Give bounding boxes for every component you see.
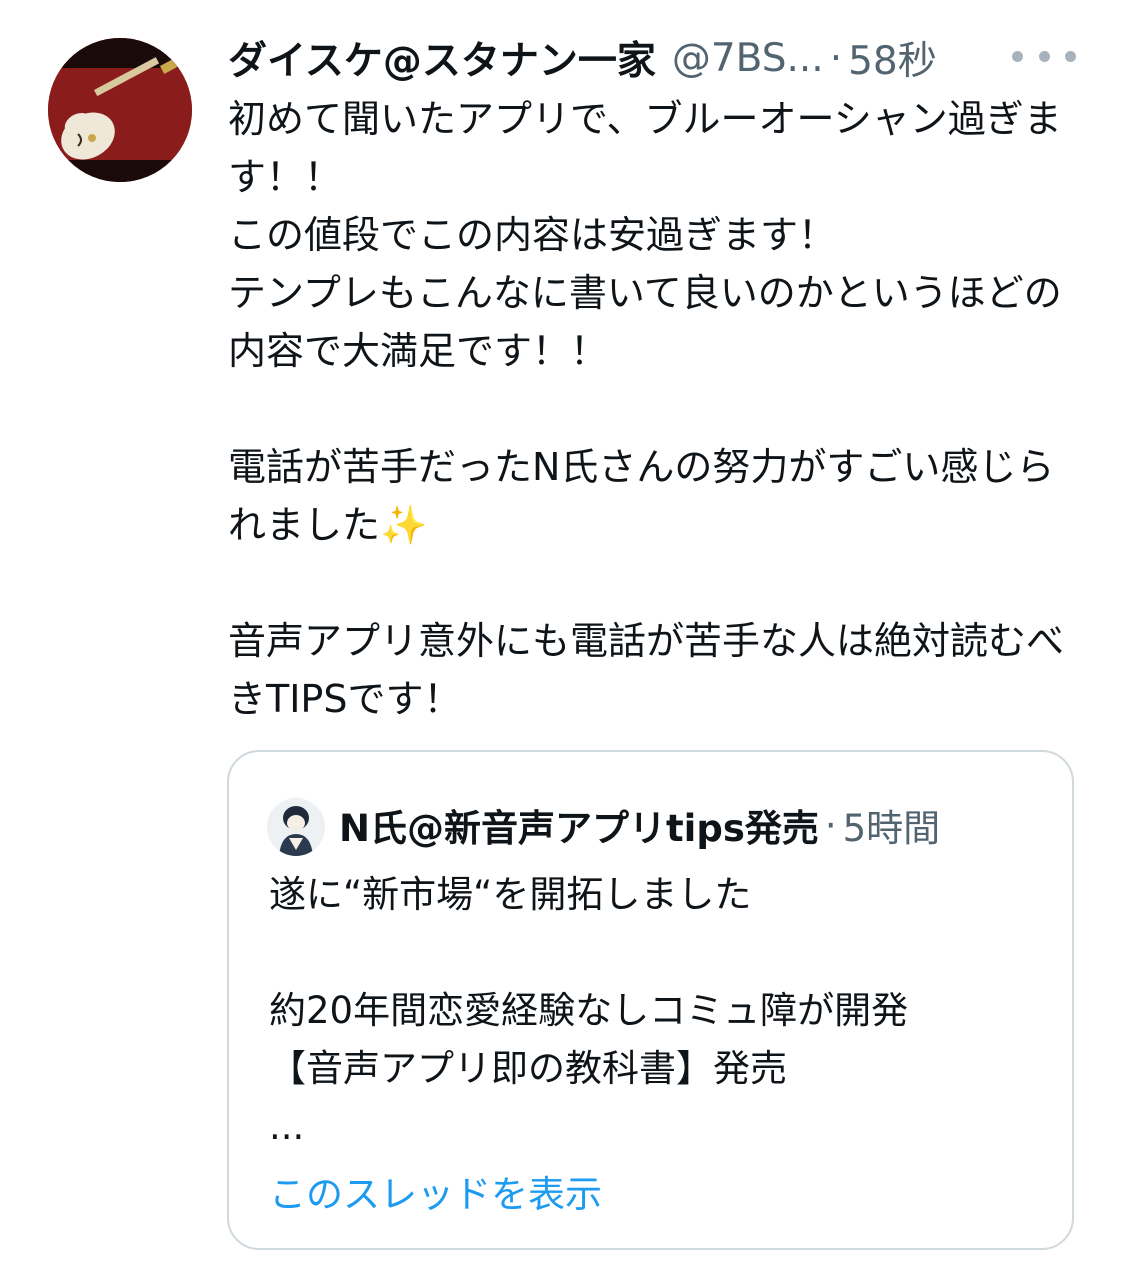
display-name[interactable]: ダイスケ@スタナン一家 — [228, 30, 656, 86]
more-dot — [1038, 50, 1050, 62]
quoted-display-name[interactable]: N氏@新音声アプリtips発売 — [339, 798, 819, 852]
quoted-user-avatar[interactable] — [267, 798, 325, 856]
separator-dot: · — [829, 35, 843, 81]
tweet-paragraph: テンプレもこんなに書いて良いのかというほどの内容で大満足です！！ — [228, 271, 1062, 373]
show-thread-link[interactable]: このスレッドを表示 — [269, 1166, 602, 1224]
tweet-paragraph: この値段でこの内容は安過ぎます！ — [228, 213, 837, 257]
quoted-tweet-card[interactable]: N氏@新音声アプリtips発売 · 5時間 遂に“新市場“を開拓しました 約20… — [227, 750, 1074, 1250]
user-avatar[interactable] — [48, 38, 192, 182]
separator-dot: · — [824, 803, 837, 847]
tweet-paragraph-text: 電話が苦手だったN氏さんの努力がすごい感じられました — [228, 445, 1055, 547]
illustrated-person-avatar-icon — [267, 798, 325, 856]
more-options-icon[interactable] — [1012, 44, 1076, 68]
tweet-paragraph: 音声アプリ意外にも電話が苦手な人は絶対読むべきTIPSです！ — [228, 619, 1065, 721]
quoted-line: ... — [269, 1105, 305, 1148]
tweet-header: ダイスケ@スタナン一家 @7BS... · 58秒 — [228, 30, 937, 86]
tweet-text: 初めて聞いたアプリで、ブルーオーシャン過ぎます！！ この値段でこの内容は安過ぎま… — [228, 90, 1088, 728]
quoted-line: 遂に“新市場“を開拓しました — [269, 873, 752, 916]
more-dot — [1012, 50, 1023, 62]
quoted-line: 約20年間恋愛経験なしコミュ障が開発 — [269, 989, 909, 1032]
quoted-tweet-text: 遂に“新市場“を開拓しました 約20年間恋愛経験なしコミュ障が開発 【音声アプリ… — [269, 866, 1049, 1156]
user-handle[interactable]: @7BS... — [672, 36, 824, 81]
guitar-avatar-icon — [48, 38, 192, 182]
sparkles-emoji: ✨ — [380, 503, 428, 547]
quoted-line: 【音声アプリ即の教科書】発売 — [269, 1047, 787, 1090]
quoted-tweet-header: N氏@新音声アプリtips発売 · 5時間 — [339, 796, 940, 854]
tweet-timestamp[interactable]: 58秒 — [848, 30, 937, 86]
tweet-paragraph: 電話が苦手だったN氏さんの努力がすごい感じられました✨ — [228, 438, 1088, 554]
more-dot — [1065, 50, 1076, 62]
tweet-paragraph: 初めて聞いたアプリで、ブルーオーシャン過ぎます！！ — [228, 97, 1062, 199]
quoted-tweet-timestamp[interactable]: 5時間 — [843, 798, 941, 852]
